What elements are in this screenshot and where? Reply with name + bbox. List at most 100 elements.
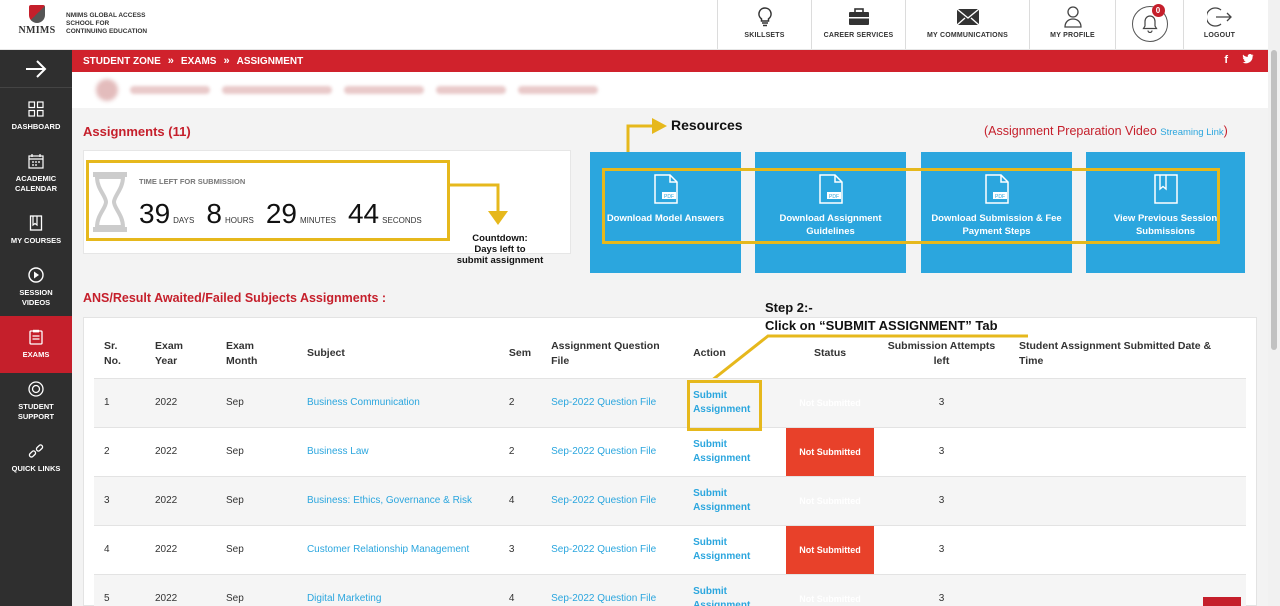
school-name: NMIMS GLOBAL ACCESS SCHOOL FOR CONTINUIN…	[66, 12, 147, 36]
submit-assignment-link[interactable]: Submit Assignment	[693, 536, 750, 564]
col-submitted-date: Student Assignment Submitted Date & Time	[1019, 339, 1212, 367]
row-month: Sep	[215, 573, 297, 606]
row-sem: 3	[498, 524, 542, 574]
submit-assignment-link[interactable]: Submit Assignment	[693, 585, 750, 606]
link-icon	[28, 444, 44, 458]
lightbulb-icon	[757, 7, 772, 27]
row-submitted-date	[1009, 377, 1246, 427]
video-note-prefix: (Assignment Preparation Video	[984, 124, 1157, 138]
question-file-link[interactable]: Sep-2022 Question File	[541, 426, 684, 476]
col-exam-year: Exam Year	[154, 339, 184, 367]
question-file-link[interactable]: Sep-2022 Question File	[541, 573, 684, 606]
logo-shield-icon	[29, 5, 45, 23]
row-year: 2022	[144, 524, 216, 574]
failed-subjects-title: ANS/Result Awaited/Failed Subjects Assig…	[83, 291, 387, 305]
breadcrumb-exams[interactable]: EXAMS	[181, 56, 217, 67]
row-attempts: 3	[874, 573, 1009, 606]
submit-assignment-link[interactable]: Submit Assignment	[693, 487, 750, 515]
status-badge: Not Submitted	[786, 377, 875, 427]
assignments-title: Assignments (11)	[83, 124, 191, 139]
row-year: 2022	[144, 573, 216, 606]
sidebar-label-quick-links: QUICK LINKS	[11, 464, 61, 473]
top-header: NMIMS NMIMS GLOBAL ACCESS SCHOOL FOR CON…	[0, 0, 1268, 50]
sidebar-label-my-courses: MY COURSES	[10, 236, 62, 245]
row-sem: 2	[498, 377, 542, 427]
countdown-arrow-icon	[448, 183, 508, 225]
school-line-2: SCHOOL FOR	[66, 20, 110, 27]
nmims-logo[interactable]: NMIMS	[14, 5, 60, 45]
calendar-icon	[28, 154, 44, 169]
page-scrollbar[interactable]	[1268, 0, 1280, 606]
subject-link[interactable]: Business Communication	[296, 377, 499, 427]
nav-logout[interactable]: LOGOUT	[1183, 0, 1255, 49]
sidebar-item-quick-links[interactable]: QUICK LINKS	[0, 430, 72, 487]
twitter-icon[interactable]	[1242, 54, 1254, 64]
breadcrumb-separator-icon: »	[167, 55, 174, 67]
nav-notifications[interactable]: 0	[1115, 0, 1183, 49]
chat-widget-button[interactable]	[1203, 597, 1241, 606]
col-status: Status	[813, 347, 847, 360]
breadcrumb-student-zone[interactable]: STUDENT ZONE	[83, 56, 161, 67]
briefcase-icon	[848, 8, 869, 25]
arrow-right-icon	[26, 59, 47, 78]
row-sr: 5	[94, 573, 145, 606]
nav-logout-label: LOGOUT	[1203, 32, 1236, 39]
countdown-annotation-line-2: Days left to	[474, 244, 526, 255]
row-attempts: 3	[874, 475, 1009, 525]
sidebar-item-my-courses[interactable]: MY COURSES	[0, 202, 72, 259]
row-month: Sep	[215, 377, 297, 427]
sidebar-item-dashboard[interactable]: DASHBOARD	[0, 88, 72, 145]
sidebar-item-academic-calendar[interactable]: ACADEMIC CALENDAR	[0, 145, 72, 202]
row-submitted-date	[1009, 524, 1246, 574]
question-file-link[interactable]: Sep-2022 Question File	[541, 475, 684, 525]
question-file-link[interactable]: Sep-2022 Question File	[541, 377, 684, 427]
nav-my-profile-label: MY PROFILE	[1050, 32, 1095, 39]
submit-assignment-highlight	[687, 380, 762, 431]
countdown-annotation: Countdown: Days left to submit assignmen…	[454, 233, 546, 266]
subject-link[interactable]: Digital Marketing	[296, 573, 499, 606]
breadcrumb-separator-icon: »	[223, 55, 230, 67]
row-attempts: 3	[874, 377, 1009, 427]
row-sr: 3	[94, 475, 145, 525]
streaming-link[interactable]: Streaming Link	[1160, 127, 1223, 138]
sidebar-label-academic-calendar: ACADEMIC CALENDAR	[14, 174, 58, 193]
play-icon	[28, 267, 44, 283]
table-row: 4 2022 Sep Customer Relationship Managem…	[94, 524, 1246, 574]
subject-link[interactable]: Customer Relationship Management	[296, 524, 499, 574]
facebook-icon[interactable]: f	[1224, 54, 1228, 66]
sidebar-item-session-videos[interactable]: SESSION VIDEOS	[0, 259, 72, 316]
nav-skillsets[interactable]: SKILLSETS	[717, 0, 811, 49]
nav-my-communications[interactable]: MY COMMUNICATIONS	[905, 0, 1029, 49]
question-file-link[interactable]: Sep-2022 Question File	[541, 524, 684, 574]
sidebar-label-dashboard: DASHBOARD	[11, 122, 61, 131]
subject-link[interactable]: Business Law	[296, 426, 499, 476]
breadcrumb: STUDENT ZONE » EXAMS » ASSIGNMENT f	[72, 50, 1268, 72]
assignments-table: Sr. No. Exam Year Exam Month Subject Sem…	[94, 330, 1246, 606]
submit-assignment-link[interactable]: Submit Assignment	[693, 438, 750, 466]
row-submitted-date	[1009, 475, 1246, 525]
bell-icon	[1141, 15, 1158, 33]
row-sr: 1	[94, 377, 145, 427]
row-attempts: 3	[874, 524, 1009, 574]
row-submitted-date	[1009, 426, 1246, 476]
action-cell: Submit Assignment	[683, 475, 787, 525]
row-month: Sep	[215, 426, 297, 476]
col-subject: Subject	[306, 347, 345, 360]
col-action: Action	[693, 347, 726, 360]
sidebar-item-exams[interactable]: EXAMS	[0, 316, 72, 373]
col-question-file: Assignment Question File	[551, 339, 660, 367]
sidebar-toggle[interactable]	[0, 50, 72, 88]
user-icon	[1063, 6, 1082, 28]
nav-my-profile[interactable]: MY PROFILE	[1029, 0, 1115, 49]
sidebar-item-student-support[interactable]: STUDENT SUPPORT	[0, 373, 72, 430]
assignment-video-note: (Assignment Preparation Video Streaming …	[984, 124, 1228, 138]
nav-career-services[interactable]: CAREER SERVICES	[811, 0, 905, 49]
school-line-3: CONTINUING EDUCATION	[66, 28, 148, 35]
row-sr: 2	[94, 426, 145, 476]
scrollbar-thumb[interactable]	[1271, 50, 1277, 350]
countdown-annotation-line-1: Countdown:	[472, 233, 528, 244]
notification-badge: 0	[1151, 4, 1165, 17]
subject-link[interactable]: Business: Ethics, Governance & Risk	[296, 475, 499, 525]
table-row: 1 2022 Sep Business Communication 2 Sep-…	[94, 377, 1246, 427]
row-month: Sep	[215, 524, 297, 574]
